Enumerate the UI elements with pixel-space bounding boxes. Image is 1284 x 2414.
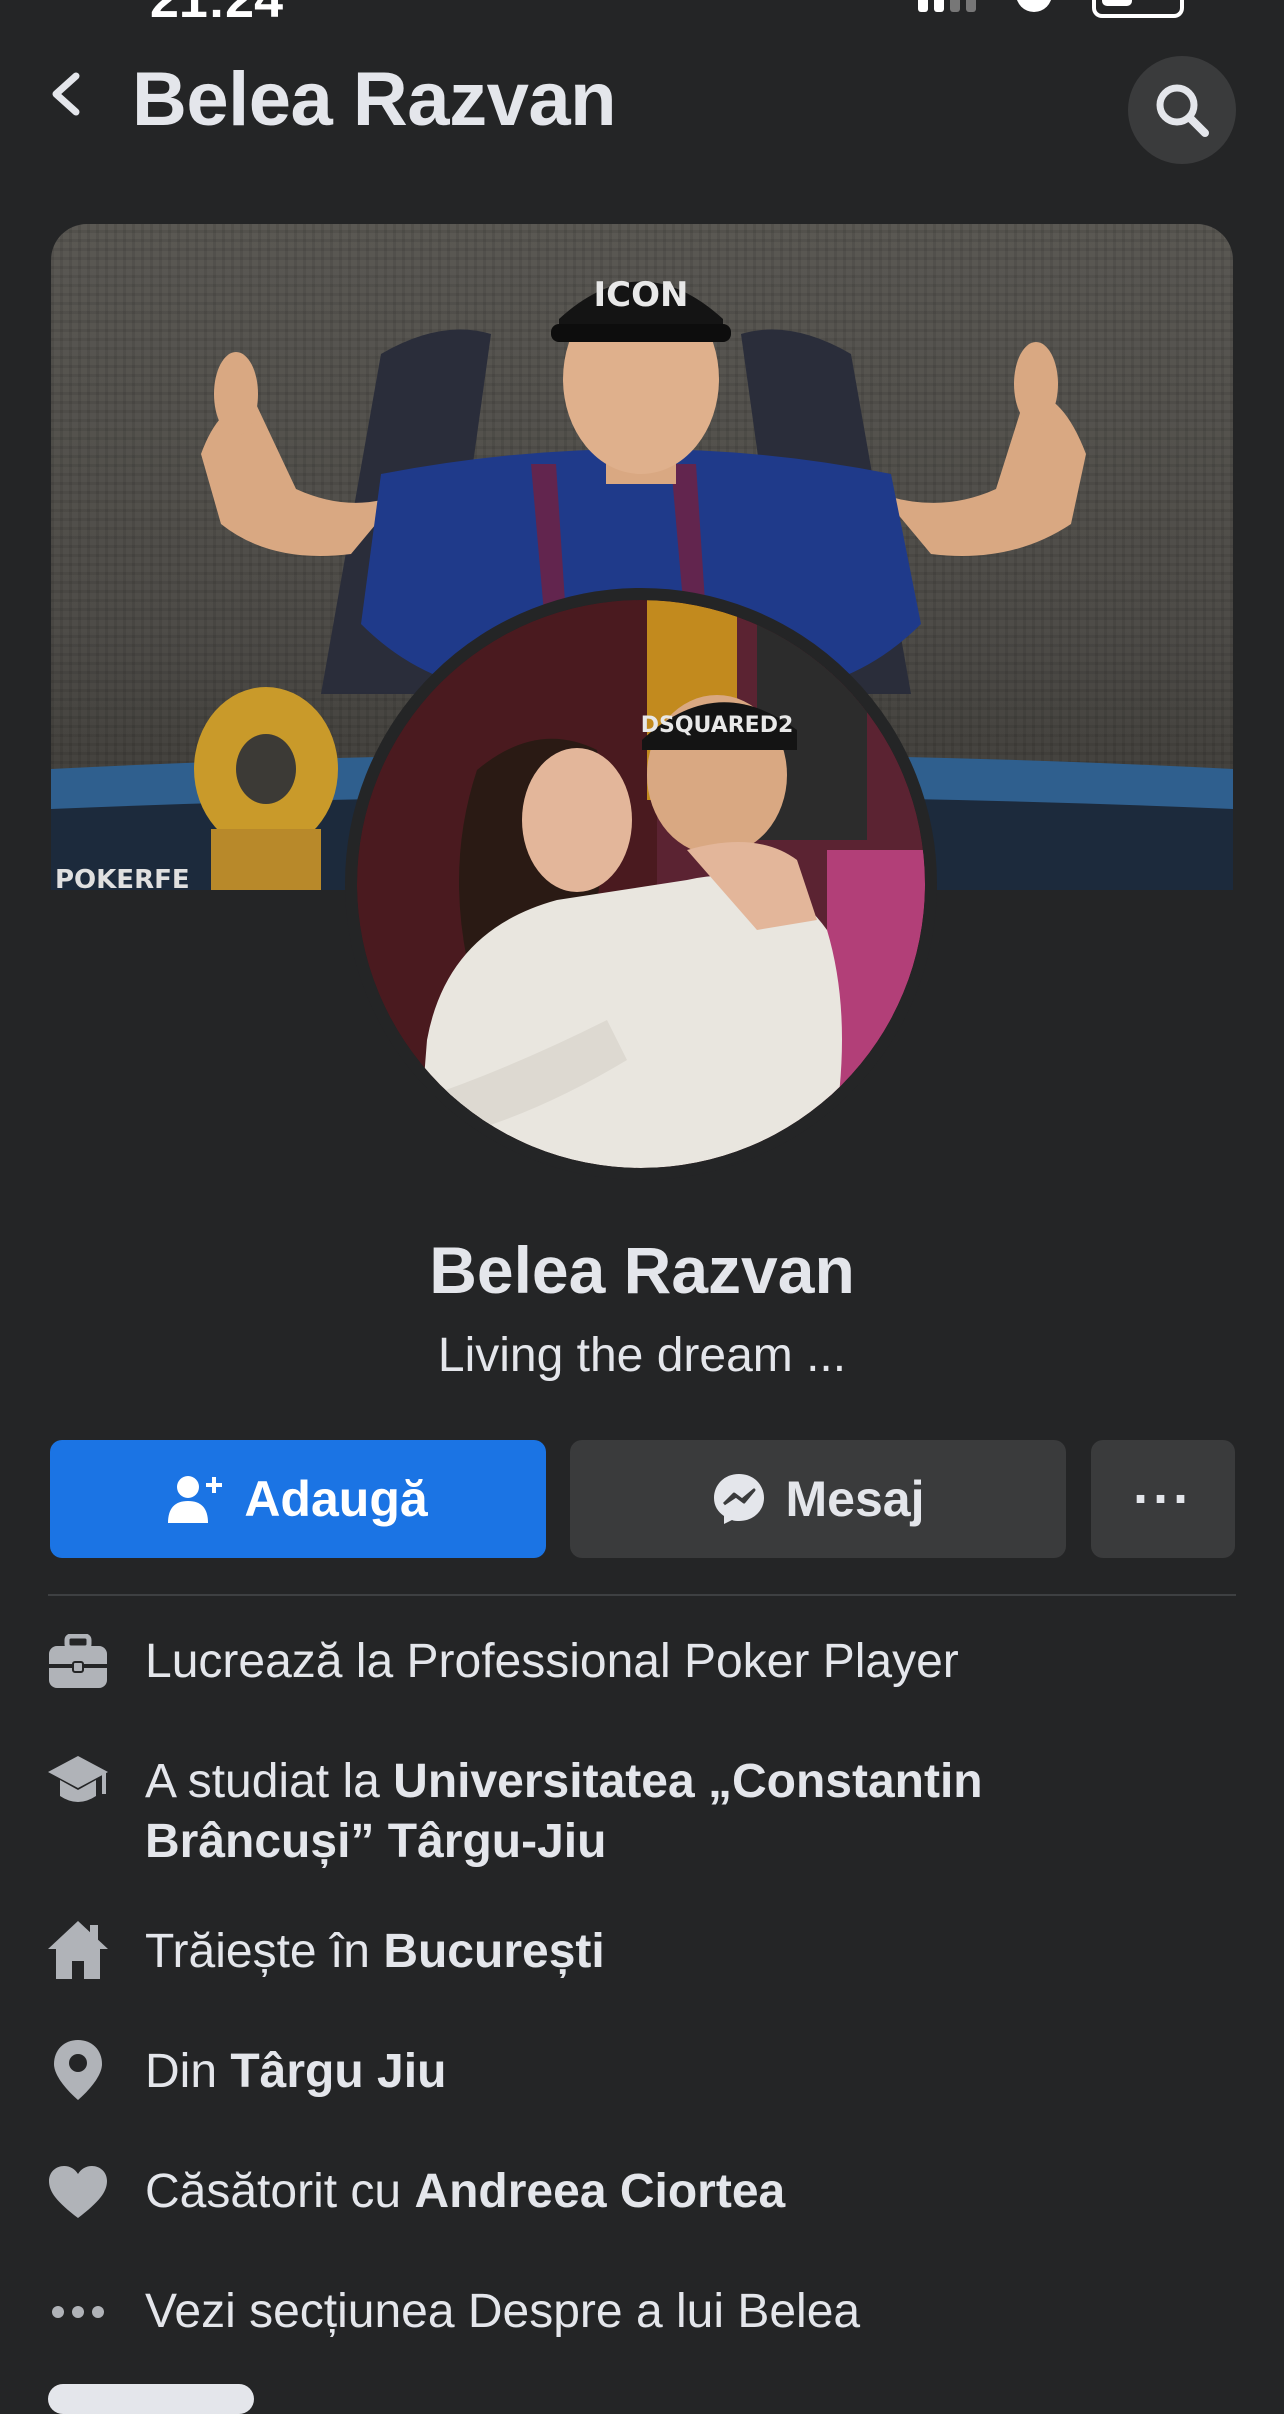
divider bbox=[48, 1594, 1236, 1596]
signal-icon bbox=[918, 0, 976, 12]
top-bar: Belea Razvan bbox=[0, 36, 1284, 164]
detail-education-text: A studiat la Universitatea „Constantin B… bbox=[145, 1755, 983, 1868]
detail-work-text: Lucrează la Professional Poker Player bbox=[145, 1635, 959, 1688]
search-icon bbox=[1156, 84, 1209, 137]
detail-relationship-text: Căsătorit cu Andreea Ciortea bbox=[145, 2165, 786, 2218]
cropped-thumbnail[interactable] bbox=[48, 2384, 254, 2414]
detail-work[interactable]: Lucrează la Professional Poker Player bbox=[0, 1632, 1284, 1692]
battery-icon bbox=[1092, 0, 1184, 18]
heart-icon bbox=[46, 2160, 110, 2224]
search-button[interactable] bbox=[1128, 56, 1236, 164]
add-friend-label: Adaugă bbox=[244, 1471, 428, 1527]
briefcase-icon bbox=[46, 1630, 110, 1694]
more-options-button[interactable]: ··· bbox=[1091, 1440, 1235, 1558]
more-dots-icon: ··· bbox=[1133, 1469, 1193, 1529]
profile-name: Belea Razvan bbox=[429, 1233, 855, 1307]
graduation-cap-icon bbox=[46, 1750, 110, 1814]
location-pin-icon bbox=[46, 2038, 110, 2102]
detail-lives-in[interactable]: Trăiește în București bbox=[0, 1921, 1284, 1982]
avatar[interactable]: DSQUARED2 bbox=[345, 588, 937, 1180]
home-icon bbox=[46, 1918, 110, 1982]
message-button[interactable]: Mesaj bbox=[570, 1440, 1066, 1558]
chevron-left-icon bbox=[52, 72, 80, 116]
profile-bio: Living the dream ... bbox=[437, 1329, 847, 1382]
profile-photo-image: DSQUARED2 bbox=[357, 600, 925, 1168]
detail-hometown-text: Din Târgu Jiu bbox=[145, 2045, 447, 2098]
page-title: Belea Razvan bbox=[132, 57, 617, 142]
status-icons bbox=[918, 0, 1184, 18]
status-bar: 21:24 bbox=[0, 0, 1284, 24]
add-friend-button[interactable]: Adaugă bbox=[50, 1440, 546, 1558]
see-about-link[interactable]: Vezi secțiunea Despre a lui Belea bbox=[0, 2282, 1284, 2342]
see-about-text: Vezi secțiunea Despre a lui Belea bbox=[145, 2285, 861, 2338]
messenger-icon bbox=[713, 1474, 764, 1524]
svg-text:ICON: ICON bbox=[594, 275, 689, 315]
message-label: Mesaj bbox=[785, 1471, 925, 1527]
wifi-icon bbox=[1016, 0, 1052, 12]
detail-education[interactable]: A studiat la Universitatea „Constantin B… bbox=[0, 1752, 1284, 1876]
detail-relationship[interactable]: Căsătorit cu Andreea Ciortea bbox=[0, 2162, 1284, 2222]
status-time: 21:24 bbox=[150, 0, 283, 24]
back-button[interactable] bbox=[38, 64, 98, 124]
detail-lives-in-text: Trăiește în București bbox=[145, 1925, 605, 1978]
svg-text:DSQUARED2: DSQUARED2 bbox=[641, 713, 794, 738]
detail-hometown[interactable]: Din Târgu Jiu bbox=[0, 2040, 1284, 2102]
more-dots-icon bbox=[46, 2280, 110, 2344]
add-friend-icon bbox=[168, 1476, 223, 1523]
svg-text:POKERFE: POKERFE bbox=[55, 865, 190, 890]
